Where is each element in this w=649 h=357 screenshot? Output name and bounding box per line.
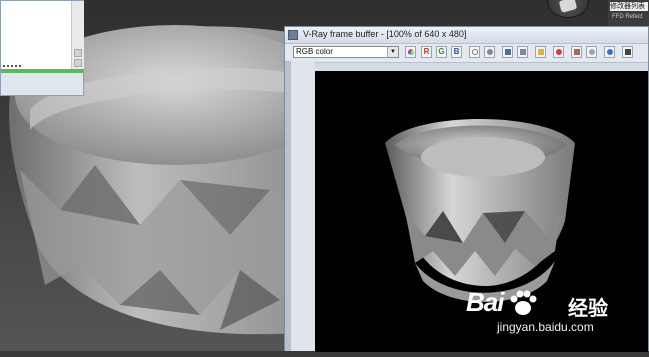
render-teapot-button[interactable] (547, 0, 589, 18)
red-channel-button[interactable]: R (421, 46, 432, 58)
baidu-brand-text: Bai (466, 287, 504, 317)
dialog-footer (1, 73, 83, 95)
dialog-list[interactable] (1, 1, 71, 69)
chevron-down-icon: ▼ (387, 47, 398, 57)
modifier-stack-item[interactable]: FFD Refect (612, 14, 643, 20)
channel-select[interactable]: RGB color ▼ (293, 46, 399, 58)
gray-circle-icon[interactable] (484, 46, 495, 58)
paw-icon (510, 290, 537, 315)
scroll-up-button[interactable] (74, 49, 82, 57)
stop-render-icon[interactable] (553, 46, 564, 58)
scroll-down-button[interactable] (74, 59, 82, 67)
duplicate-icon[interactable] (517, 46, 528, 58)
teapot-icon[interactable] (586, 46, 597, 58)
display-icon[interactable] (622, 46, 633, 58)
window-title: V-Ray frame buffer - [100% of 640 x 480] (303, 29, 467, 39)
frame-buffer-toolbar: RGB color ▼ R G B (285, 43, 648, 63)
watermark-url: jingyan.baidu.com (497, 320, 594, 334)
dialog-scrollbar[interactable] (71, 1, 84, 69)
window-icon (288, 30, 298, 40)
folder-icon[interactable] (535, 46, 546, 58)
modifier-list-dropdown[interactable]: 修改器列表 (610, 2, 648, 11)
left-panel (291, 61, 315, 351)
channel-select-value: RGB color (296, 47, 333, 56)
save-icon[interactable] (502, 46, 513, 58)
dotted-separator (3, 65, 21, 67)
track-mouse-icon[interactable] (571, 46, 582, 58)
lens-icon[interactable] (604, 46, 615, 58)
color-wheel-icon[interactable] (405, 46, 416, 58)
blue-channel-button[interactable]: B (451, 46, 462, 58)
green-channel-button[interactable]: G (436, 46, 447, 58)
command-panel: 修改器列表 FFD Refect (608, 0, 649, 26)
title-bar[interactable]: V-Ray frame buffer - [100% of 640 x 480] (285, 27, 648, 43)
teapot-glyph-icon (558, 0, 578, 13)
material-dialog-fragment (0, 0, 84, 96)
watermark-suffix: 经验 (568, 298, 608, 320)
white-circle-icon[interactable] (469, 46, 480, 58)
